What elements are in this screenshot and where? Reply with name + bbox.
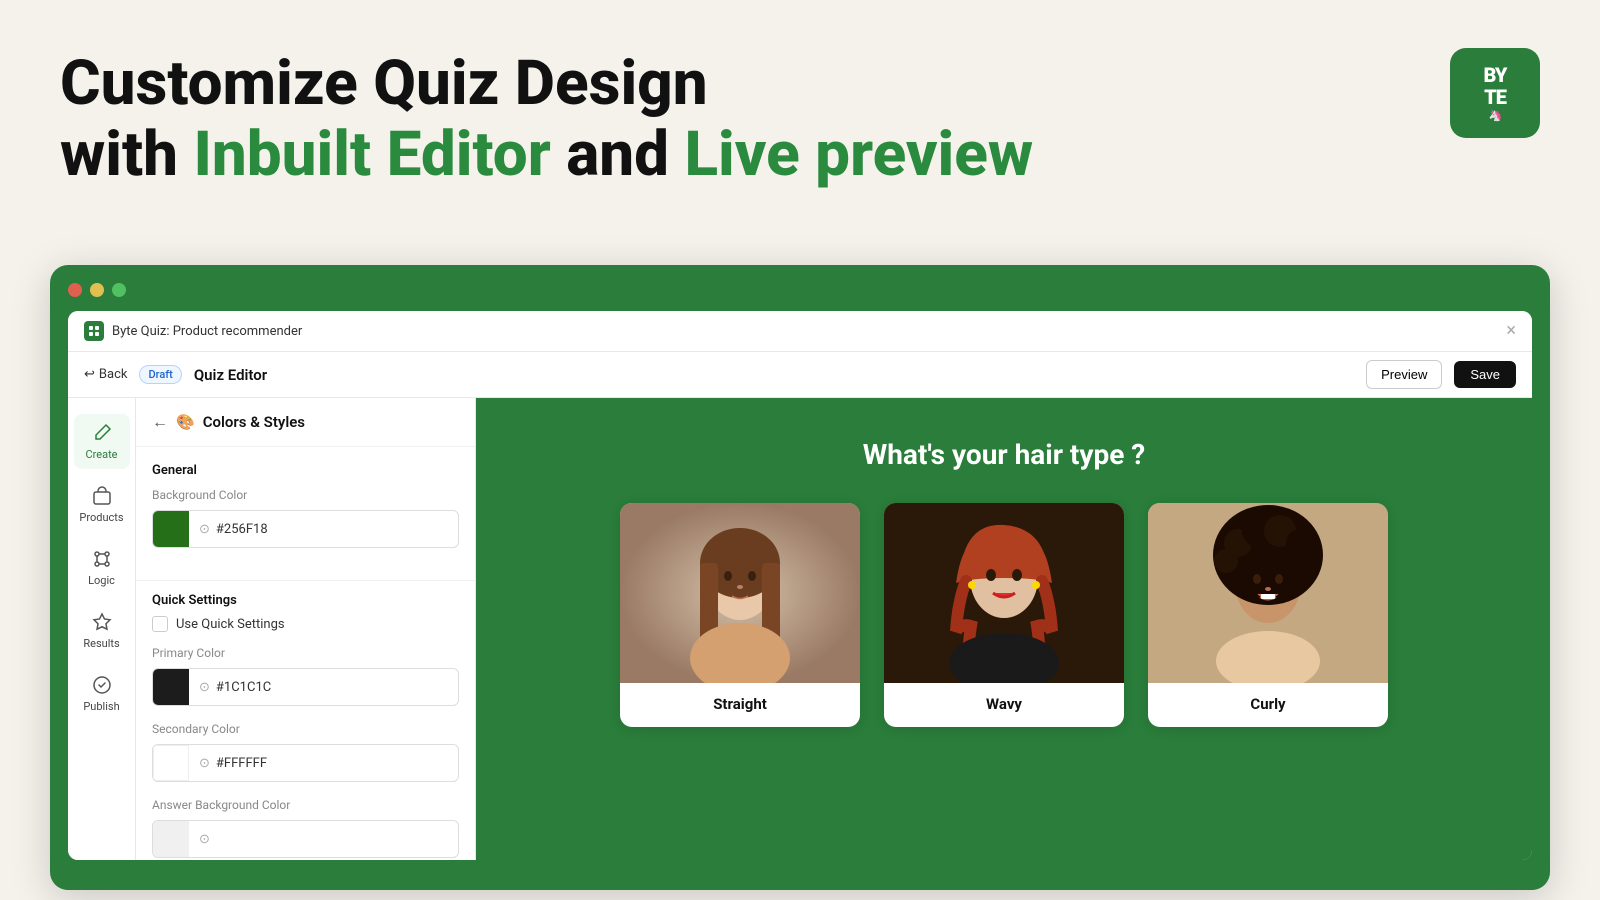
bg-color-value: ⊙ #256F18: [189, 522, 458, 537]
hero-line1: Customize Quiz Design: [60, 47, 708, 120]
dot-minimize[interactable]: [90, 283, 104, 297]
panel-back-arrow[interactable]: ←: [152, 412, 168, 432]
hero-title: Customize Quiz Design with Inbuilt Edito…: [60, 48, 1540, 191]
logic-icon: [91, 548, 113, 570]
answer-bg-color-label: Answer Background Color: [152, 798, 459, 812]
sidebar: Create Products: [68, 398, 136, 860]
secondary-color-value: ⊙ #FFFFFF: [189, 756, 458, 771]
hair-image-wavy: [884, 503, 1124, 683]
hair-options: Straight: [506, 503, 1502, 727]
dot-close[interactable]: [68, 283, 82, 297]
sidebar-label-publish: Publish: [83, 700, 119, 713]
curly-label: Curly: [1148, 683, 1388, 727]
answer-bg-color-swatch[interactable]: [153, 821, 189, 857]
bg-color-swatch[interactable]: [153, 511, 189, 547]
sidebar-item-logic[interactable]: Logic: [74, 540, 130, 595]
sidebar-item-products[interactable]: Products: [74, 477, 130, 532]
secondary-color-input[interactable]: ⊙ #FFFFFF: [152, 744, 459, 782]
straight-label: Straight: [620, 683, 860, 727]
dot-maximize[interactable]: [112, 283, 126, 297]
create-icon: [91, 422, 113, 444]
hair-option-curly[interactable]: Curly: [1148, 503, 1388, 727]
primary-color-value: ⊙ #1C1C1C: [189, 680, 458, 695]
answer-bg-color-input[interactable]: ⊙: [152, 820, 459, 858]
products-icon: [91, 485, 113, 507]
general-section: General Background Color ⊙ #256F18: [136, 447, 475, 580]
preview-area: What's your hair type ?: [476, 398, 1532, 860]
answer-bg-color-value: ⊙: [189, 832, 458, 847]
brand-logo: BYTE 🦄: [1450, 48, 1540, 138]
sidebar-label-create: Create: [85, 448, 117, 461]
main-content: Create Products: [68, 398, 1532, 860]
draft-badge: Draft: [139, 365, 181, 384]
hair-option-wavy[interactable]: Wavy: [884, 503, 1124, 727]
hair-image-curly: [1148, 503, 1388, 683]
app-window: Byte Quiz: Product recommender × ↩ Back …: [50, 265, 1550, 890]
eyedropper4-icon: ⊙: [199, 832, 210, 847]
bg-color-label: Background Color: [152, 488, 459, 502]
hair-option-straight[interactable]: Straight: [620, 503, 860, 727]
use-quick-settings-row[interactable]: Use Quick Settings: [152, 616, 459, 632]
sidebar-label-products: Products: [79, 511, 123, 524]
primary-color-swatch[interactable]: [153, 669, 189, 705]
title-bar: Byte Quiz: Product recommender ×: [68, 311, 1532, 352]
hero-section: Customize Quiz Design with Inbuilt Edito…: [0, 0, 1600, 221]
publish-icon: [91, 674, 113, 696]
eyedropper-icon: ⊙: [199, 522, 210, 537]
sidebar-item-create[interactable]: Create: [74, 414, 130, 469]
editor-panel: ← 🎨 Colors & Styles General Background C…: [136, 398, 476, 860]
hero-green2: Live preview: [684, 118, 1033, 191]
preview-button[interactable]: Preview: [1366, 360, 1442, 389]
wavy-label: Wavy: [884, 683, 1124, 727]
general-label: General: [152, 463, 459, 478]
background-color-input[interactable]: ⊙ #256F18: [152, 510, 459, 548]
use-quick-settings-label: Use Quick Settings: [176, 617, 285, 632]
quiz-question: What's your hair type ?: [863, 438, 1146, 471]
hero-line2-start: with: [60, 118, 193, 191]
primary-color-label: Primary Color: [152, 646, 459, 660]
back-arrow-icon: ↩: [84, 367, 95, 382]
sidebar-label-logic: Logic: [88, 574, 115, 587]
panel-title: Colors & Styles: [203, 413, 305, 431]
sidebar-item-publish[interactable]: Publish: [74, 666, 130, 721]
primary-color-input[interactable]: ⊙ #1C1C1C: [152, 668, 459, 706]
hero-green1: Inbuilt Editor: [193, 118, 550, 191]
secondary-color-label: Secondary Color: [152, 722, 459, 736]
hero-line2-mid: and: [551, 118, 685, 191]
palette-icon: 🎨: [176, 413, 195, 431]
save-button[interactable]: Save: [1454, 361, 1516, 388]
toolbar: ↩ Back Draft Quiz Editor Preview Save: [68, 352, 1532, 398]
sidebar-label-results: Results: [83, 637, 119, 650]
window-controls: [68, 283, 1532, 297]
panel-header: ← 🎨 Colors & Styles: [136, 398, 475, 447]
window-close-button[interactable]: ×: [1506, 322, 1516, 340]
quick-settings-title: Quick Settings: [152, 593, 459, 608]
editor-title: Quiz Editor: [194, 366, 1354, 384]
title-bar-icon: [84, 321, 104, 341]
window-title: Byte Quiz: Product recommender: [112, 324, 1506, 339]
hair-image-straight: [620, 503, 860, 683]
eyedropper2-icon: ⊙: [199, 680, 210, 695]
use-quick-settings-checkbox[interactable]: [152, 616, 168, 632]
inner-window: Byte Quiz: Product recommender × ↩ Back …: [68, 311, 1532, 860]
quick-settings-section: Quick Settings Use Quick Settings Primar…: [136, 580, 475, 860]
secondary-color-swatch[interactable]: [153, 745, 189, 781]
eyedropper3-icon: ⊙: [199, 756, 210, 771]
results-icon: [91, 611, 113, 633]
sidebar-item-results[interactable]: Results: [74, 603, 130, 658]
back-button[interactable]: ↩ Back: [84, 367, 127, 382]
